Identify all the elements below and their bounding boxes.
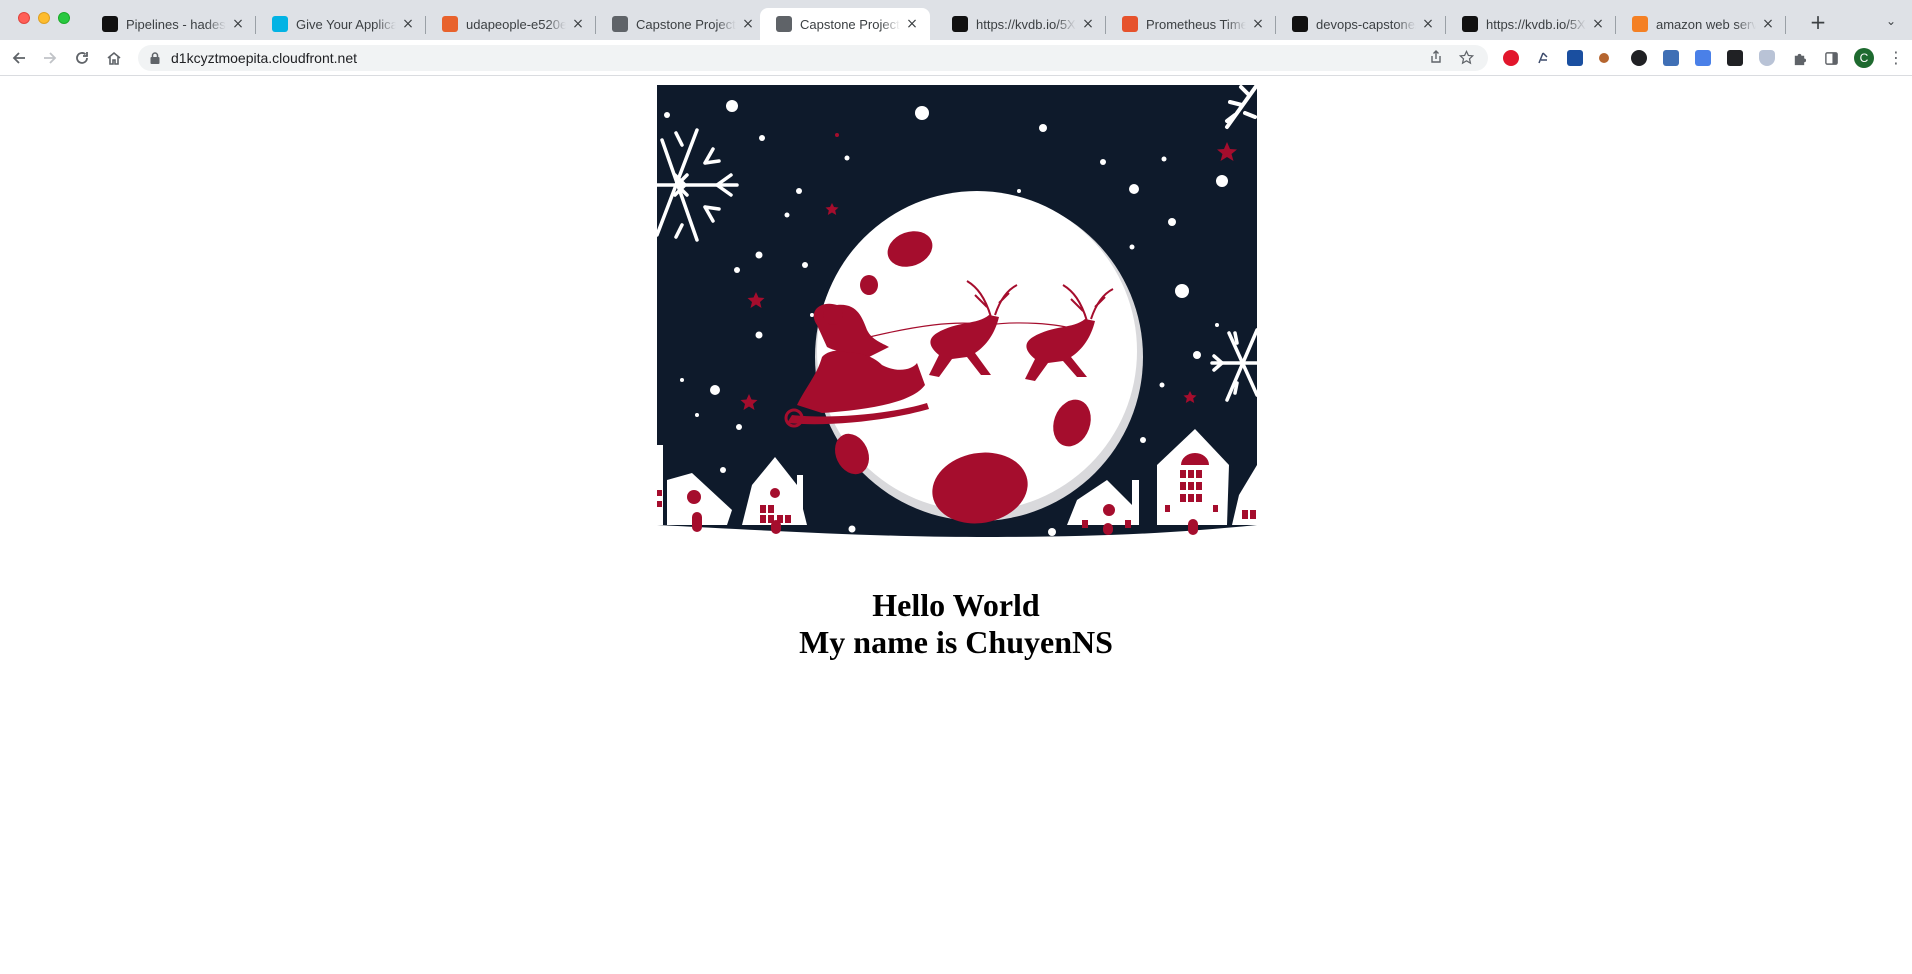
browser-tab[interactable]: Give Your Application a Domain× xyxy=(256,8,426,40)
tab-title: Give Your Application a Domain xyxy=(296,16,396,32)
forward-button[interactable] xyxy=(38,46,62,70)
new-tab-button[interactable]: + xyxy=(1806,10,1830,34)
dark-mode-extension-icon[interactable] xyxy=(1631,50,1647,66)
translate-extension-icon[interactable] xyxy=(1695,50,1711,66)
udacity-icon xyxy=(272,16,288,32)
reload-button[interactable] xyxy=(70,46,94,70)
lock-icon xyxy=(150,52,160,64)
browser-tab[interactable]: Capstone Project × xyxy=(596,8,766,40)
back-arrow-icon xyxy=(12,52,25,64)
browser-tab[interactable]: amazon web services× xyxy=(1616,8,1786,40)
reload-icon xyxy=(76,52,88,64)
window-minimize-button[interactable] xyxy=(38,12,50,24)
tab-title: Prometheus Time Series xyxy=(1146,16,1246,32)
share-icon[interactable] xyxy=(1428,50,1444,66)
tab-title: amazon web services xyxy=(1656,16,1756,32)
tab-title: udapeople-e520ebc xyxy=(466,16,566,32)
globe-icon xyxy=(776,16,792,32)
tab-close-icon[interactable]: × xyxy=(740,16,756,32)
browser-tab[interactable]: Prometheus Time Series× xyxy=(1106,8,1276,40)
tab-title: https://kvdb.io/5Xs xyxy=(1486,16,1586,32)
browser-tab[interactable]: devops-capstone/× xyxy=(1276,8,1446,40)
kvdb-icon xyxy=(1462,16,1478,32)
github-icon xyxy=(1292,16,1308,32)
page-content: Hello World My name is ChuyenNS xyxy=(0,77,1912,974)
browser-tab[interactable]: Pipelines - hades1205× xyxy=(86,8,256,40)
docker-extension-icon[interactable] xyxy=(1663,50,1679,66)
tab-title: https://kvdb.io/5Xs xyxy=(976,16,1076,32)
url-text[interactable]: d1kcyztmoepita.cloudfront.net xyxy=(171,50,357,66)
tab-title: devops-capstone/ xyxy=(1316,16,1416,32)
tab-close-icon[interactable]: × xyxy=(1420,16,1436,32)
home-icon xyxy=(107,51,121,65)
tab-close-icon[interactable]: × xyxy=(1250,16,1266,32)
side-panel-icon[interactable] xyxy=(1823,50,1839,66)
profile-avatar[interactable]: C xyxy=(1854,48,1874,68)
home-button[interactable] xyxy=(102,46,126,70)
window-close-button[interactable] xyxy=(18,12,30,24)
prometheus-icon xyxy=(1122,16,1138,32)
circleci-icon xyxy=(102,16,118,32)
globe-icon xyxy=(612,16,628,32)
tab-close-icon[interactable]: × xyxy=(400,16,416,32)
browser-tab[interactable]: Capstone Project × xyxy=(760,8,930,40)
tab-separator xyxy=(1785,16,1786,34)
tab-title: Pipelines - hades1205 xyxy=(126,16,226,32)
browser-menu-icon[interactable]: ⋮ xyxy=(1888,49,1904,67)
tab-title: Capstone Project xyxy=(636,16,736,32)
name-heading: My name is ChuyenNS xyxy=(799,624,1113,660)
tab-search-chevron-icon[interactable]: ⌄ xyxy=(1882,12,1900,30)
back-button[interactable] xyxy=(7,46,31,70)
forward-arrow-icon xyxy=(44,52,57,64)
tab-close-icon[interactable]: × xyxy=(904,16,920,32)
greeting-block: Hello World My name is ChuyenNS xyxy=(0,587,1912,661)
window-zoom-button[interactable] xyxy=(58,12,70,24)
opera-vpn-extension-icon[interactable] xyxy=(1503,50,1519,66)
kvdb-icon xyxy=(952,16,968,32)
christmas-moon-santa-illustration xyxy=(657,85,1257,557)
cookie-extension-icon[interactable] xyxy=(1599,53,1609,63)
browser-toolbar: d1kcyztmoepita.cloudfront.net C ⋮ xyxy=(0,40,1912,76)
tab-close-icon[interactable]: × xyxy=(570,16,586,32)
aws-cube-icon xyxy=(442,16,458,32)
extensions-puzzle-icon[interactable] xyxy=(1791,50,1807,66)
stackoverflow-icon xyxy=(1632,16,1648,32)
tab-title: Capstone Project xyxy=(800,16,900,32)
hello-heading: Hello World xyxy=(872,587,1040,623)
tab-close-icon[interactable]: × xyxy=(230,16,246,32)
git-extension-icon[interactable] xyxy=(1535,50,1551,66)
tab-close-icon[interactable]: × xyxy=(1590,16,1606,32)
browser-tab[interactable]: https://kvdb.io/5Xs × xyxy=(936,8,1106,40)
jira-extension-icon[interactable] xyxy=(1567,50,1583,66)
browser-tab[interactable]: udapeople-e520ebc× xyxy=(426,8,596,40)
pet-extension-icon[interactable] xyxy=(1727,50,1743,66)
shield-extension-icon[interactable] xyxy=(1759,50,1775,66)
address-bar[interactable]: d1kcyztmoepita.cloudfront.net xyxy=(138,45,1488,71)
tab-close-icon[interactable]: × xyxy=(1080,16,1096,32)
bookmark-star-icon[interactable] xyxy=(1458,49,1474,66)
tab-close-icon[interactable]: × xyxy=(1760,16,1776,32)
tab-strip: Pipelines - hades1205×Give Your Applicat… xyxy=(0,0,1912,40)
browser-tab[interactable]: https://kvdb.io/5Xs × xyxy=(1446,8,1616,40)
